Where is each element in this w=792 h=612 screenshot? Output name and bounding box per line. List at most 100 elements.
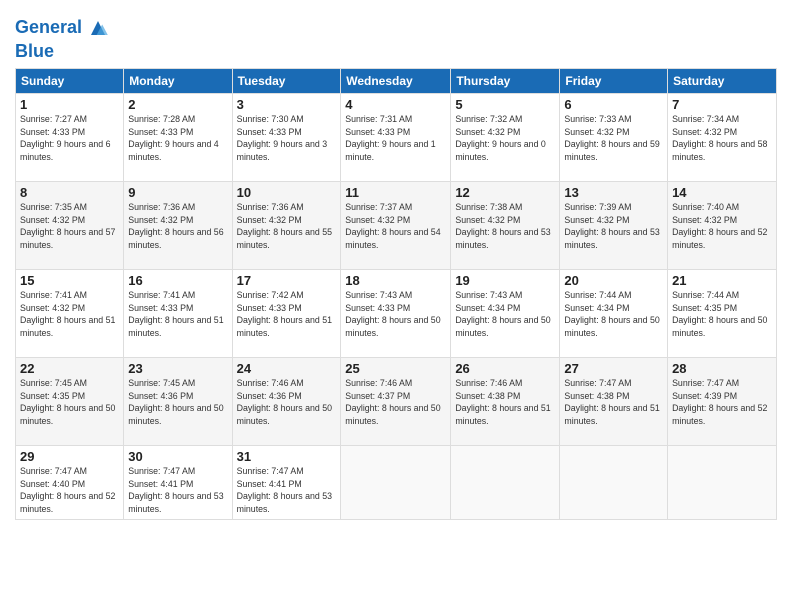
day-info: Sunrise: 7:33 AMSunset: 4:32 PMDaylight:… (564, 113, 663, 164)
day-info: Sunrise: 7:40 AMSunset: 4:32 PMDaylight:… (672, 201, 772, 252)
calendar-cell: 7Sunrise: 7:34 AMSunset: 4:32 PMDaylight… (668, 93, 777, 181)
day-number: 17 (237, 273, 337, 288)
day-number: 18 (345, 273, 446, 288)
day-number: 3 (237, 97, 337, 112)
calendar-cell: 29Sunrise: 7:47 AMSunset: 4:40 PMDayligh… (16, 445, 124, 519)
day-number: 6 (564, 97, 663, 112)
calendar-cell: 24Sunrise: 7:46 AMSunset: 4:36 PMDayligh… (232, 357, 341, 445)
day-info: Sunrise: 7:37 AMSunset: 4:32 PMDaylight:… (345, 201, 446, 252)
day-number: 14 (672, 185, 772, 200)
day-info: Sunrise: 7:45 AMSunset: 4:35 PMDaylight:… (20, 377, 119, 428)
calendar-cell: 3Sunrise: 7:30 AMSunset: 4:33 PMDaylight… (232, 93, 341, 181)
day-number: 28 (672, 361, 772, 376)
calendar-cell (668, 445, 777, 519)
day-info: Sunrise: 7:45 AMSunset: 4:36 PMDaylight:… (128, 377, 227, 428)
day-number: 21 (672, 273, 772, 288)
logo-blue: Blue (15, 42, 112, 62)
calendar-cell: 16Sunrise: 7:41 AMSunset: 4:33 PMDayligh… (124, 269, 232, 357)
day-info: Sunrise: 7:43 AMSunset: 4:34 PMDaylight:… (455, 289, 555, 340)
day-info: Sunrise: 7:47 AMSunset: 4:39 PMDaylight:… (672, 377, 772, 428)
calendar-cell: 10Sunrise: 7:36 AMSunset: 4:32 PMDayligh… (232, 181, 341, 269)
weekday-header: Wednesday (341, 68, 451, 93)
day-info: Sunrise: 7:43 AMSunset: 4:33 PMDaylight:… (345, 289, 446, 340)
day-info: Sunrise: 7:35 AMSunset: 4:32 PMDaylight:… (20, 201, 119, 252)
calendar-cell: 23Sunrise: 7:45 AMSunset: 4:36 PMDayligh… (124, 357, 232, 445)
day-number: 11 (345, 185, 446, 200)
day-info: Sunrise: 7:30 AMSunset: 4:33 PMDaylight:… (237, 113, 337, 164)
day-number: 13 (564, 185, 663, 200)
day-number: 20 (564, 273, 663, 288)
calendar-cell: 13Sunrise: 7:39 AMSunset: 4:32 PMDayligh… (560, 181, 668, 269)
day-number: 8 (20, 185, 119, 200)
calendar-cell: 31Sunrise: 7:47 AMSunset: 4:41 PMDayligh… (232, 445, 341, 519)
day-number: 12 (455, 185, 555, 200)
calendar-cell: 19Sunrise: 7:43 AMSunset: 4:34 PMDayligh… (451, 269, 560, 357)
day-info: Sunrise: 7:32 AMSunset: 4:32 PMDaylight:… (455, 113, 555, 164)
calendar-cell: 12Sunrise: 7:38 AMSunset: 4:32 PMDayligh… (451, 181, 560, 269)
day-number: 23 (128, 361, 227, 376)
day-info: Sunrise: 7:46 AMSunset: 4:38 PMDaylight:… (455, 377, 555, 428)
day-number: 9 (128, 185, 227, 200)
calendar-cell: 1Sunrise: 7:27 AMSunset: 4:33 PMDaylight… (16, 93, 124, 181)
calendar-cell: 11Sunrise: 7:37 AMSunset: 4:32 PMDayligh… (341, 181, 451, 269)
calendar-cell: 21Sunrise: 7:44 AMSunset: 4:35 PMDayligh… (668, 269, 777, 357)
day-info: Sunrise: 7:41 AMSunset: 4:33 PMDaylight:… (128, 289, 227, 340)
calendar-cell: 18Sunrise: 7:43 AMSunset: 4:33 PMDayligh… (341, 269, 451, 357)
day-info: Sunrise: 7:44 AMSunset: 4:34 PMDaylight:… (564, 289, 663, 340)
calendar-cell: 28Sunrise: 7:47 AMSunset: 4:39 PMDayligh… (668, 357, 777, 445)
calendar-cell: 30Sunrise: 7:47 AMSunset: 4:41 PMDayligh… (124, 445, 232, 519)
day-number: 7 (672, 97, 772, 112)
day-number: 19 (455, 273, 555, 288)
calendar-cell: 14Sunrise: 7:40 AMSunset: 4:32 PMDayligh… (668, 181, 777, 269)
logo-text: General (15, 18, 82, 38)
day-info: Sunrise: 7:36 AMSunset: 4:32 PMDaylight:… (237, 201, 337, 252)
calendar-cell (451, 445, 560, 519)
weekday-header: Saturday (668, 68, 777, 93)
calendar-cell: 5Sunrise: 7:32 AMSunset: 4:32 PMDaylight… (451, 93, 560, 181)
calendar-header-row: SundayMondayTuesdayWednesdayThursdayFrid… (16, 68, 777, 93)
day-number: 2 (128, 97, 227, 112)
calendar-cell (560, 445, 668, 519)
calendar-cell: 6Sunrise: 7:33 AMSunset: 4:32 PMDaylight… (560, 93, 668, 181)
day-info: Sunrise: 7:42 AMSunset: 4:33 PMDaylight:… (237, 289, 337, 340)
weekday-header: Monday (124, 68, 232, 93)
day-number: 4 (345, 97, 446, 112)
day-number: 5 (455, 97, 555, 112)
day-number: 15 (20, 273, 119, 288)
weekday-header: Thursday (451, 68, 560, 93)
calendar-cell: 20Sunrise: 7:44 AMSunset: 4:34 PMDayligh… (560, 269, 668, 357)
day-number: 24 (237, 361, 337, 376)
day-info: Sunrise: 7:47 AMSunset: 4:38 PMDaylight:… (564, 377, 663, 428)
calendar-cell (341, 445, 451, 519)
day-number: 31 (237, 449, 337, 464)
day-info: Sunrise: 7:38 AMSunset: 4:32 PMDaylight:… (455, 201, 555, 252)
day-info: Sunrise: 7:46 AMSunset: 4:36 PMDaylight:… (237, 377, 337, 428)
page-container: General Blue SundayMondayTuesdayWednesda… (0, 0, 792, 525)
calendar-cell: 17Sunrise: 7:42 AMSunset: 4:33 PMDayligh… (232, 269, 341, 357)
weekday-header: Friday (560, 68, 668, 93)
day-info: Sunrise: 7:28 AMSunset: 4:33 PMDaylight:… (128, 113, 227, 164)
calendar-cell: 25Sunrise: 7:46 AMSunset: 4:37 PMDayligh… (341, 357, 451, 445)
weekday-header: Sunday (16, 68, 124, 93)
day-info: Sunrise: 7:39 AMSunset: 4:32 PMDaylight:… (564, 201, 663, 252)
calendar-cell: 27Sunrise: 7:47 AMSunset: 4:38 PMDayligh… (560, 357, 668, 445)
logo: General Blue (15, 14, 112, 62)
day-number: 29 (20, 449, 119, 464)
logo-icon (84, 14, 112, 42)
calendar-cell: 22Sunrise: 7:45 AMSunset: 4:35 PMDayligh… (16, 357, 124, 445)
day-number: 25 (345, 361, 446, 376)
calendar-cell: 26Sunrise: 7:46 AMSunset: 4:38 PMDayligh… (451, 357, 560, 445)
day-number: 16 (128, 273, 227, 288)
weekday-header: Tuesday (232, 68, 341, 93)
day-number: 30 (128, 449, 227, 464)
day-info: Sunrise: 7:27 AMSunset: 4:33 PMDaylight:… (20, 113, 119, 164)
day-number: 27 (564, 361, 663, 376)
day-info: Sunrise: 7:47 AMSunset: 4:40 PMDaylight:… (20, 465, 119, 516)
calendar-table: SundayMondayTuesdayWednesdayThursdayFrid… (15, 68, 777, 520)
day-info: Sunrise: 7:44 AMSunset: 4:35 PMDaylight:… (672, 289, 772, 340)
day-info: Sunrise: 7:31 AMSunset: 4:33 PMDaylight:… (345, 113, 446, 164)
day-info: Sunrise: 7:34 AMSunset: 4:32 PMDaylight:… (672, 113, 772, 164)
day-info: Sunrise: 7:41 AMSunset: 4:32 PMDaylight:… (20, 289, 119, 340)
header: General Blue (15, 10, 777, 62)
day-info: Sunrise: 7:47 AMSunset: 4:41 PMDaylight:… (237, 465, 337, 516)
